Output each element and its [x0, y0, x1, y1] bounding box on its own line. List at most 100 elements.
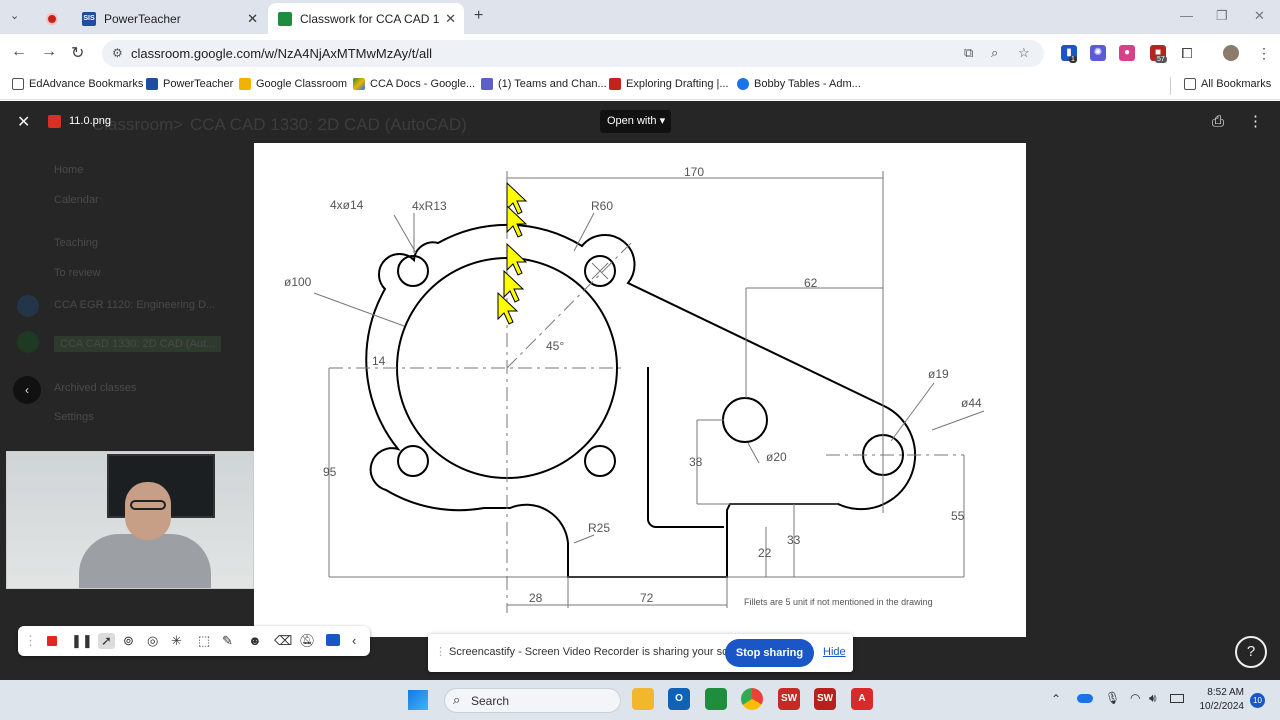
bookmark-edadvance[interactable]: EdAdvance Bookmarks — [12, 78, 143, 90]
collapse-arrow-icon[interactable]: ‹ — [13, 376, 41, 404]
banner-drag-icon[interactable]: ⋮ — [435, 645, 446, 658]
drawing-note: Fillets are 5 unit if not mentioned in t… — [744, 597, 933, 607]
back-icon[interactable]: ← — [11, 43, 27, 61]
webcam-overlay[interactable] — [6, 451, 254, 589]
open-in-app-icon[interactable]: ⧉ — [964, 45, 973, 61]
dim-14: 14 — [372, 354, 386, 368]
system-tray-chevron-icon[interactable]: ⌃ — [1051, 692, 1061, 706]
pointer-tool-icon[interactable]: ➚ — [98, 633, 115, 649]
tab-strip: ⌄ ✕ SIS PowerTeacher ✕ Classwork for CCA… — [0, 0, 1280, 34]
close-window-icon[interactable]: ✕ — [1254, 8, 1265, 24]
dim-170: 170 — [684, 165, 704, 179]
url-text[interactable]: classroom.google.com/w/NzA4NjAxMTMwMzAy/… — [131, 46, 432, 61]
sticker-icon[interactable]: ☻ — [248, 633, 262, 648]
print-icon[interactable]: ⎙ — [1212, 113, 1224, 130]
site-info-icon[interactable]: ⚙ — [112, 46, 123, 60]
autocad-icon[interactable]: A — [851, 688, 873, 710]
hide-banner-link[interactable]: Hide — [823, 646, 846, 658]
dim-d44: ø44 — [961, 396, 982, 410]
battery-icon[interactable] — [1170, 694, 1184, 703]
extension-gear-icon[interactable]: ✺ — [1090, 45, 1106, 61]
select-area-icon[interactable]: ⬚ — [198, 633, 210, 649]
microphone-icon[interactable]: 🎙︎ — [1105, 691, 1120, 705]
outlook-icon[interactable]: O — [668, 688, 690, 710]
taskbar-search[interactable]: ⌕ Search — [444, 688, 621, 713]
spotlight-icon[interactable]: ⊚ — [123, 633, 134, 649]
bookmark-bobby-tables[interactable]: Bobby Tables - Adm... — [737, 78, 861, 90]
browser-chrome: ⌄ ✕ SIS PowerTeacher ✕ Classwork for CCA… — [0, 0, 1280, 101]
file-explorer-icon[interactable] — [632, 688, 654, 710]
menu-kebab-icon[interactable]: ⋮ — [1256, 45, 1272, 61]
more-options-icon[interactable]: ⋮ — [1248, 112, 1263, 130]
record-icon — [46, 12, 58, 25]
all-bookmarks[interactable]: All Bookmarks — [1184, 78, 1271, 90]
notifications-off-icon[interactable]: 🔕︎ — [299, 633, 316, 649]
pause-icon[interactable]: ❚❚ — [71, 633, 93, 649]
file-name: 11.0.png — [69, 115, 112, 127]
folder-icon — [1184, 78, 1196, 90]
dim-d19: ø19 — [928, 367, 949, 381]
tab-close-icon[interactable]: ✕ — [445, 11, 456, 27]
reload-icon[interactable]: ↻ — [71, 43, 84, 63]
windows-start-icon[interactable] — [408, 690, 428, 710]
share-message: Screencastify - Screen Video Recorder is… — [449, 646, 753, 658]
close-viewer-icon[interactable]: ✕ — [17, 112, 30, 132]
solidworks-2024-icon[interactable]: SW — [814, 688, 836, 710]
dim-holes: 4xø14 — [330, 198, 364, 212]
bookmark-exploring-drafting[interactable]: Exploring Drafting |... — [609, 78, 729, 90]
collapse-toolbar-icon[interactable]: ‹ — [352, 633, 356, 648]
help-icon[interactable]: ? — [1235, 636, 1267, 668]
dim-55: 55 — [951, 509, 965, 523]
chrome-icon[interactable] — [741, 688, 763, 710]
dim-d20: ø20 — [766, 450, 787, 464]
dropdown-caret-icon: ▾ — [659, 115, 666, 127]
bookmark-powerteacher[interactable]: PowerTeacher — [146, 78, 233, 90]
gw-icon — [609, 78, 621, 90]
sis-icon — [146, 78, 158, 90]
solidworks-icon[interactable]: SW — [778, 688, 800, 710]
stop-recording-icon[interactable] — [47, 636, 57, 646]
new-tab-icon[interactable]: + — [474, 7, 483, 25]
profile-avatar[interactable] — [1223, 45, 1239, 61]
bookmark-google-classroom[interactable]: Google Classroom — [239, 78, 347, 90]
minimize-icon[interactable]: — — [1180, 8, 1193, 23]
forward-icon[interactable]: → — [41, 43, 57, 61]
presenter-head — [125, 482, 171, 540]
open-with-button[interactable]: Open with ▾ — [600, 110, 671, 133]
wifi-icon[interactable]: ◠ — [1130, 691, 1140, 705]
extensions-puzzle-icon[interactable]: ⧠ — [1179, 45, 1195, 61]
drag-handle-icon[interactable]: ⋮ — [24, 633, 37, 649]
notification-badge[interactable]: 10 — [1250, 693, 1265, 708]
dim-38: 38 — [689, 455, 703, 469]
address-bar[interactable]: ⚙ classroom.google.com/w/NzA4NjAxMTMwMzA… — [102, 40, 1044, 67]
bookmark-cca-docs[interactable]: CCA Docs - Google... — [353, 78, 475, 90]
dim-95: 95 — [323, 465, 337, 479]
volume-icon[interactable]: 🔊︎ — [1149, 691, 1157, 706]
eraser-icon[interactable]: ⌫ — [274, 633, 292, 649]
bookmark-teams[interactable]: (1) Teams and Chan... — [481, 78, 607, 90]
maximize-icon[interactable]: ❐ — [1216, 8, 1228, 24]
stop-sharing-button[interactable]: Stop sharing — [725, 639, 814, 667]
dim-r60: R60 — [591, 199, 613, 213]
web-line — [647, 367, 724, 528]
bookmark-star-icon[interactable]: ☆ — [1018, 45, 1030, 61]
tab-classwork[interactable]: Classwork for CCA CAD 1330: 2 ✕ — [268, 3, 464, 34]
tab-close-icon[interactable]: ✕ — [247, 11, 258, 27]
magic-pointer-icon[interactable]: ✳ — [171, 633, 182, 649]
nav-settings: Settings — [54, 411, 94, 423]
navigation-bar: ← → ↻ ⚙ classroom.google.com/w/NzA4NjAxM… — [0, 34, 1280, 72]
click-highlight-icon[interactable]: ◎ — [147, 633, 158, 649]
extension-pink-icon[interactable]: ● — [1119, 45, 1135, 61]
bookmarks-divider — [1170, 77, 1171, 95]
image-file-icon — [48, 115, 61, 128]
pen-icon[interactable]: ✎ — [222, 633, 233, 649]
tab-search-icon[interactable]: ⌄ — [10, 9, 19, 22]
image-viewer-bar: ✕ 11.0.png Open with ▾ ⎙ ⋮ — [0, 101, 1280, 143]
tab-powerteacher[interactable]: SIS PowerTeacher ✕ — [72, 3, 266, 34]
onedrive-icon[interactable] — [1077, 694, 1093, 703]
zoom-icon[interactable]: ⌕ — [991, 45, 998, 61]
system-clock[interactable]: 8:52 AM 10/2/2024 — [1194, 686, 1245, 714]
classroom-app-icon[interactable] — [705, 688, 727, 710]
camera-toggle-icon[interactable] — [326, 634, 340, 646]
cad-drawing-image: 170 62 4xø14 4xR13 R60 ø100 45° 14 95 ø1… — [254, 143, 1026, 637]
